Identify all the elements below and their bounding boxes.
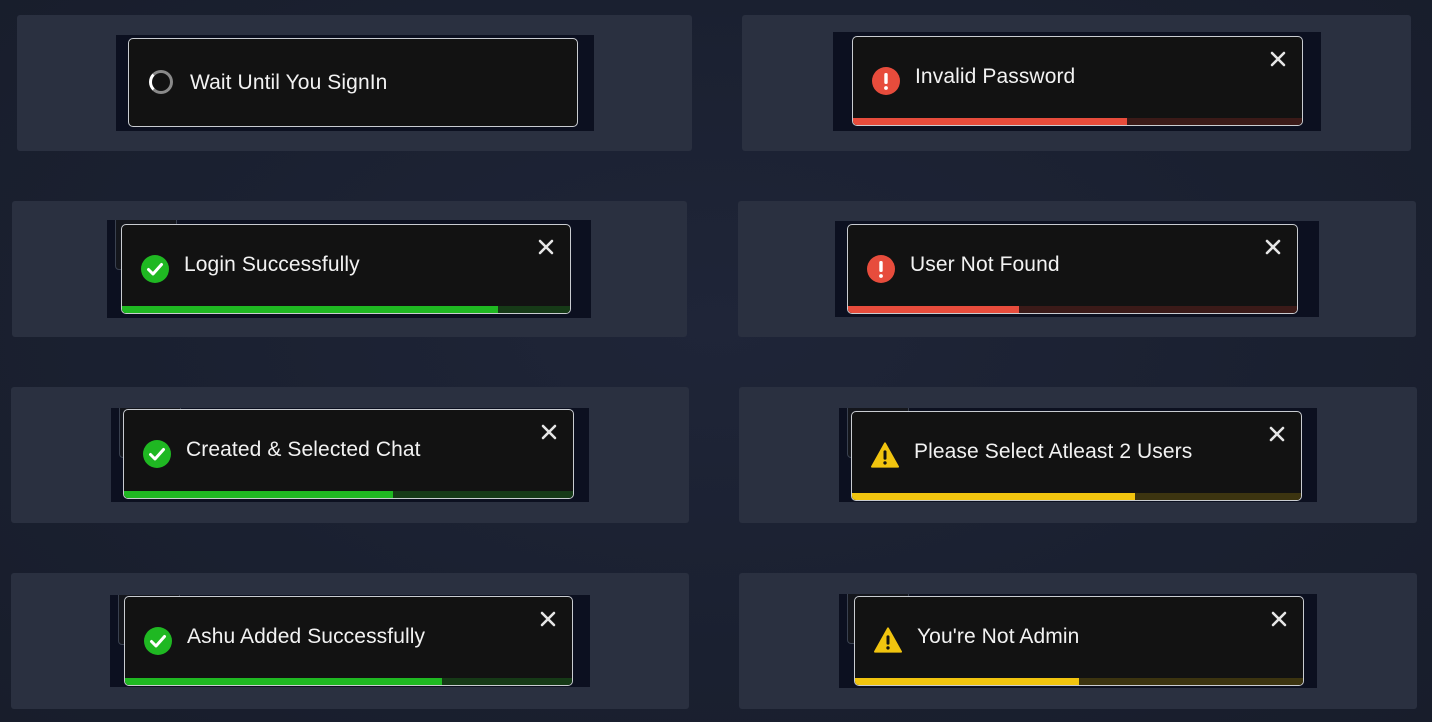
screenshot-frame: Created & Selected Chat	[111, 408, 589, 502]
close-icon[interactable]	[1268, 49, 1288, 69]
toast-message: Login Successfully	[184, 253, 360, 276]
progress-bar	[122, 306, 499, 313]
toast-success: Login Successfully	[121, 224, 571, 314]
screenshot-frame: Login Successfully	[107, 220, 591, 318]
screenshot-panel: User Not Found	[738, 201, 1416, 337]
screenshot-frame: Invalid Password	[833, 32, 1321, 131]
spinner-icon	[149, 70, 173, 94]
progress-bar	[125, 678, 443, 685]
error-icon	[872, 67, 900, 95]
progress-bar	[855, 678, 1079, 685]
toast-success: Created & Selected Chat	[123, 409, 574, 499]
progress-track	[125, 678, 572, 685]
close-icon[interactable]	[1263, 237, 1283, 257]
progress-bar	[853, 118, 1127, 125]
progress-bar	[852, 493, 1135, 500]
progress-track	[855, 678, 1303, 685]
close-icon[interactable]	[539, 422, 559, 442]
screenshot-frame: User Not Found	[835, 221, 1319, 317]
toast-warning: You're Not Admin	[854, 596, 1304, 686]
progress-track	[122, 306, 570, 313]
progress-bar	[848, 306, 1019, 313]
progress-track	[124, 491, 573, 498]
toast-message: Invalid Password	[915, 65, 1076, 88]
check-circle-icon	[141, 255, 169, 283]
warning-icon	[874, 626, 902, 654]
screenshot-frame: You're Not Admin	[839, 594, 1317, 688]
progress-track	[848, 306, 1297, 313]
toast-error: Invalid Password	[852, 36, 1303, 126]
progress-bar	[124, 491, 394, 498]
toast-message: Created & Selected Chat	[186, 438, 421, 461]
screenshot-panel: Please Select Atleast 2 Users	[739, 387, 1417, 523]
toast-message: Ashu Added Successfully	[187, 625, 426, 648]
toast-loading: Wait Until You SignIn	[128, 38, 578, 127]
screenshot-frame: Please Select Atleast 2 Users	[839, 408, 1317, 502]
screenshot-panel: Created & Selected Chat	[11, 387, 689, 523]
close-icon[interactable]	[1269, 609, 1289, 629]
error-icon	[867, 255, 895, 283]
close-icon[interactable]	[536, 237, 556, 257]
progress-track	[852, 493, 1301, 500]
screenshot-panel: Invalid Password	[742, 15, 1411, 151]
check-circle-icon	[144, 627, 172, 655]
toast-success: Ashu Added Successfully	[124, 596, 573, 686]
check-circle-icon	[143, 440, 171, 468]
toast-message: Please Select Atleast 2 Users	[914, 440, 1193, 463]
screenshot-panel: Login Successfully	[12, 201, 687, 337]
screenshot-panel: You're Not Admin	[739, 573, 1417, 709]
toast-message: User Not Found	[910, 253, 1060, 276]
progress-track	[853, 118, 1302, 125]
close-icon[interactable]	[538, 609, 558, 629]
screenshot-panel: Wait Until You SignIn	[17, 15, 692, 151]
toast-warning: Please Select Atleast 2 Users	[851, 411, 1302, 501]
screenshot-frame: Wait Until You SignIn	[116, 35, 594, 131]
screenshot-panel: Ashu Added Successfully	[11, 573, 689, 709]
toast-error: User Not Found	[847, 224, 1298, 314]
screenshot-frame: Ashu Added Successfully	[110, 595, 590, 687]
warning-icon	[871, 441, 899, 469]
toast-message: Wait Until You SignIn	[190, 70, 388, 94]
toast-message: You're Not Admin	[917, 625, 1080, 648]
close-icon[interactable]	[1267, 424, 1287, 444]
